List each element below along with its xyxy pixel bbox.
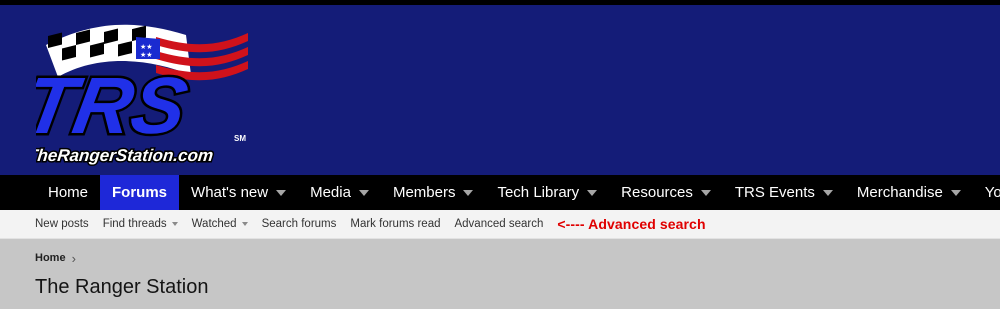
nav-label: Merchandise xyxy=(856,184,943,201)
site-header: ★★ ★★ TRS SM TheRangerStation.com xyxy=(0,5,1000,175)
nav-label: Resources xyxy=(621,184,693,201)
chevron-down-icon[interactable] xyxy=(358,189,369,196)
nav-item-forums[interactable]: Forums xyxy=(100,175,180,210)
sub-nav: New posts Find threads Watched Search fo… xyxy=(0,210,1000,239)
logo-main-text: TRS xyxy=(36,62,194,151)
nav-item-trs-events[interactable]: TRS Events xyxy=(723,175,845,210)
breadcrumb: Home › xyxy=(35,249,965,267)
nav-item-members[interactable]: Members xyxy=(381,175,486,210)
chevron-down-icon[interactable] xyxy=(950,189,961,196)
nav-label: Tech Library xyxy=(497,184,580,201)
subnav-label: Search forums xyxy=(261,218,337,230)
breadcrumb-home[interactable]: Home xyxy=(35,252,66,264)
svg-text:★★: ★★ xyxy=(140,51,153,59)
nav-label: Forums xyxy=(112,184,168,201)
nav-label: TRS Events xyxy=(734,184,815,201)
nav-label: YouTube xyxy=(984,184,1000,201)
subnav-find-threads[interactable]: Find threads xyxy=(103,218,178,230)
subnav-label: Mark forums read xyxy=(350,218,441,230)
subnav-label: Advanced search xyxy=(454,218,544,230)
logo-mark: SM xyxy=(234,134,246,143)
subnav-label: New posts xyxy=(35,218,89,230)
page-title: The Ranger Station xyxy=(35,276,209,298)
nav-item-youtube[interactable]: YouTube xyxy=(973,175,1000,210)
chevron-down-icon[interactable] xyxy=(700,189,711,196)
page-content: Home › The Ranger Station xyxy=(0,239,1000,299)
nav-item-home[interactable]: Home xyxy=(36,175,100,210)
logo-site-text: TheRangerStation.com xyxy=(36,146,214,165)
subnav-new-posts[interactable]: New posts xyxy=(35,218,89,230)
svg-text:★★: ★★ xyxy=(140,43,153,51)
nav-item-merchandise[interactable]: Merchandise xyxy=(845,175,973,210)
subnav-mark-forums-read[interactable]: Mark forums read xyxy=(350,218,440,230)
nav-label: Home xyxy=(48,184,89,201)
advanced-search-annotation: <---- Advanced search xyxy=(557,216,706,232)
subnav-label: Watched xyxy=(191,218,237,230)
chevron-right-icon: › xyxy=(71,250,76,266)
subnav-search-forums[interactable]: Search forums xyxy=(262,218,337,230)
subnav-advanced-search[interactable]: Advanced search xyxy=(454,218,543,230)
chevron-down-icon[interactable] xyxy=(587,189,598,196)
main-nav: Home Forums What's new Media Members Tec… xyxy=(0,175,1000,210)
nav-label: Media xyxy=(310,184,351,201)
site-logo[interactable]: ★★ ★★ TRS SM TheRangerStation.com xyxy=(36,15,256,173)
nav-label: Members xyxy=(392,184,456,201)
nav-item-whats-new[interactable]: What's new xyxy=(179,175,298,210)
chevron-down-icon[interactable] xyxy=(276,189,287,196)
nav-item-tech-library[interactable]: Tech Library xyxy=(485,175,609,210)
subnav-label: Find threads xyxy=(102,218,167,230)
nav-item-media[interactable]: Media xyxy=(298,175,381,210)
chevron-down-icon[interactable] xyxy=(171,222,178,226)
chevron-down-icon[interactable] xyxy=(241,222,248,226)
subnav-watched[interactable]: Watched xyxy=(192,218,248,230)
chevron-down-icon[interactable] xyxy=(463,189,474,196)
nav-item-resources[interactable]: Resources xyxy=(609,175,723,210)
nav-label: What's new xyxy=(191,184,269,201)
chevron-down-icon[interactable] xyxy=(822,189,833,196)
